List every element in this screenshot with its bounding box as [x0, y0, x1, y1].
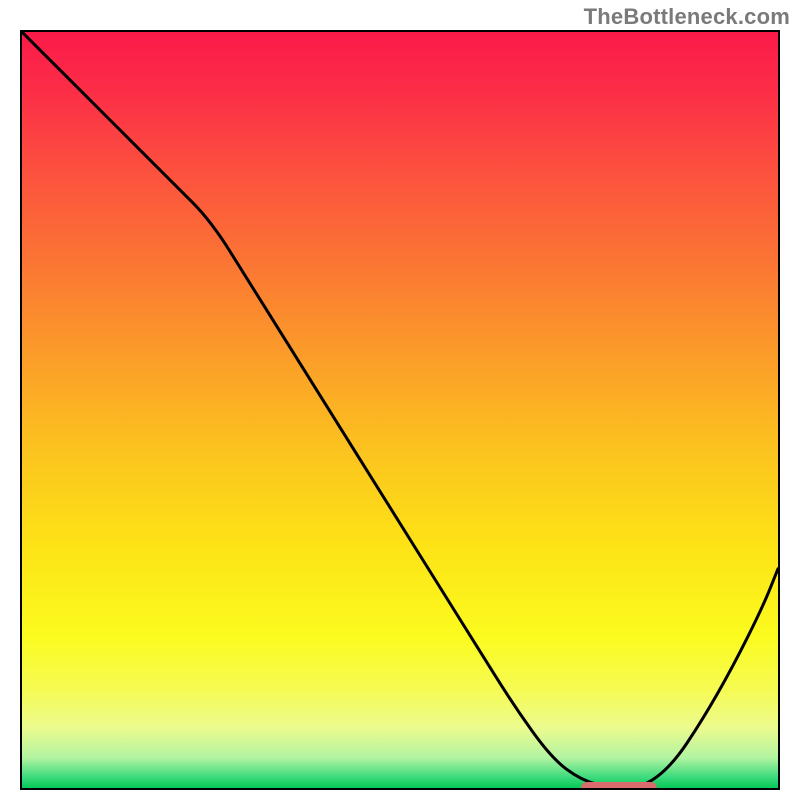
plot-area [20, 30, 780, 790]
chart-container: TheBottleneck.com [0, 0, 800, 800]
optimal-range-marker [581, 782, 657, 790]
bottleneck-curve [22, 32, 778, 788]
curve-layer [22, 32, 778, 788]
watermark-text: TheBottleneck.com [584, 4, 790, 30]
